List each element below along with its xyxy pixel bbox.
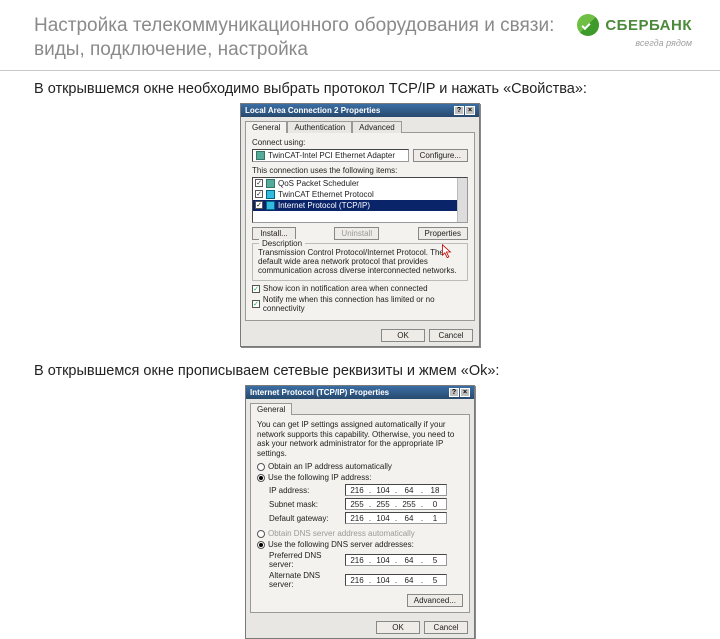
description-text: Transmission Control Protocol/Internet P… — [258, 248, 462, 276]
items-label: This connection uses the following items… — [252, 166, 468, 175]
tab-general[interactable]: General — [250, 403, 292, 415]
description-label: Description — [259, 239, 305, 248]
checkbox-icon[interactable]: ✓ — [255, 179, 263, 187]
tab-advanced[interactable]: Advanced — [352, 121, 402, 133]
list-item: ✓TwinCAT Ethernet Protocol — [253, 189, 467, 200]
gw-label: Default gateway: — [269, 514, 345, 523]
adns-input[interactable]: 216.104.64.5 — [345, 574, 447, 586]
properties-button[interactable]: Properties — [418, 227, 468, 240]
cancel-button[interactable]: Cancel — [429, 329, 473, 342]
radio-auto-dns — [257, 530, 265, 538]
paragraph-1: В открывшемся окне необходимо выбрать пр… — [0, 71, 720, 101]
cursor-icon — [441, 244, 455, 260]
window-titlebar[interactable]: Internet Protocol (TCP/IP) Properties ? … — [246, 386, 474, 399]
gw-input[interactable]: 216.104.64.1 — [345, 512, 447, 524]
radio-static-dns[interactable] — [257, 541, 265, 549]
close-icon[interactable]: × — [460, 388, 470, 397]
connect-using-label: Connect using: — [252, 138, 468, 147]
protocol-listbox[interactable]: ✓QoS Packet Scheduler ✓TwinCAT Ethernet … — [252, 177, 468, 223]
window-title: Internet Protocol (TCP/IP) Properties — [250, 388, 389, 397]
configure-button[interactable]: Configure... — [413, 149, 468, 162]
tab-general[interactable]: General — [245, 121, 287, 133]
sberbank-tagline: всегда рядом — [635, 38, 692, 48]
scrollbar[interactable] — [457, 178, 467, 222]
uninstall-button: Uninstall — [334, 227, 379, 240]
window-titlebar[interactable]: Local Area Connection 2 Properties ? × — [241, 104, 479, 117]
ip-label: IP address: — [269, 486, 345, 495]
sberbank-logo: СБЕРБАНК всегда рядом — [577, 14, 692, 48]
ip-input[interactable]: 216.104.64.18 — [345, 484, 447, 496]
tcpip-properties-window: Internet Protocol (TCP/IP) Properties ? … — [245, 385, 475, 639]
slide-header: Настройка телекоммуникационного оборудов… — [0, 0, 720, 71]
ok-button[interactable]: OK — [376, 621, 420, 634]
adns-label: Alternate DNS server: — [269, 571, 345, 589]
tab-authentication[interactable]: Authentication — [287, 121, 352, 133]
notify-checkbox-label: Notify me when this connection has limit… — [263, 295, 468, 313]
checkbox-icon[interactable]: ✓ — [255, 190, 263, 198]
ok-button[interactable]: OK — [381, 329, 425, 342]
sberbank-logo-icon — [577, 14, 599, 36]
mask-input[interactable]: 255.255.255.0 — [345, 498, 447, 510]
slide-title: Настройка телекоммуникационного оборудов… — [34, 14, 567, 62]
checkbox-icon[interactable]: ✓ — [252, 300, 260, 308]
help-icon[interactable]: ? — [454, 106, 464, 115]
cancel-button[interactable]: Cancel — [424, 621, 468, 634]
pdns-input[interactable]: 216.104.64.5 — [345, 554, 447, 566]
pdns-label: Preferred DNS server: — [269, 551, 345, 569]
list-item: ✓QoS Packet Scheduler — [253, 178, 467, 189]
protocol-icon — [266, 190, 275, 199]
info-text: You can get IP settings assigned automat… — [257, 420, 463, 458]
sberbank-logo-text: СБЕРБАНК — [605, 17, 692, 34]
radio-auto-ip[interactable] — [257, 463, 265, 471]
close-icon[interactable]: × — [465, 106, 475, 115]
protocol-icon — [266, 179, 275, 188]
radio-static-ip[interactable] — [257, 474, 265, 482]
window-title: Local Area Connection 2 Properties — [245, 106, 380, 115]
adapter-icon — [256, 151, 265, 160]
mask-label: Subnet mask: — [269, 500, 345, 509]
paragraph-2: В открывшемся окне прописываем сетевые р… — [0, 353, 720, 383]
adapter-name: TwinCAT-Intel PCI Ethernet Adapter — [268, 151, 395, 160]
lan-properties-window: Local Area Connection 2 Properties ? × G… — [240, 103, 480, 348]
protocol-icon — [266, 201, 275, 210]
checkbox-icon[interactable]: ✓ — [252, 285, 260, 293]
advanced-button[interactable]: Advanced... — [407, 594, 463, 607]
show-icon-checkbox-label: Show icon in notification area when conn… — [263, 284, 428, 293]
checkbox-icon[interactable]: ✓ — [255, 201, 263, 209]
list-item-selected: ✓Internet Protocol (TCP/IP) — [253, 200, 467, 211]
help-icon[interactable]: ? — [449, 388, 459, 397]
